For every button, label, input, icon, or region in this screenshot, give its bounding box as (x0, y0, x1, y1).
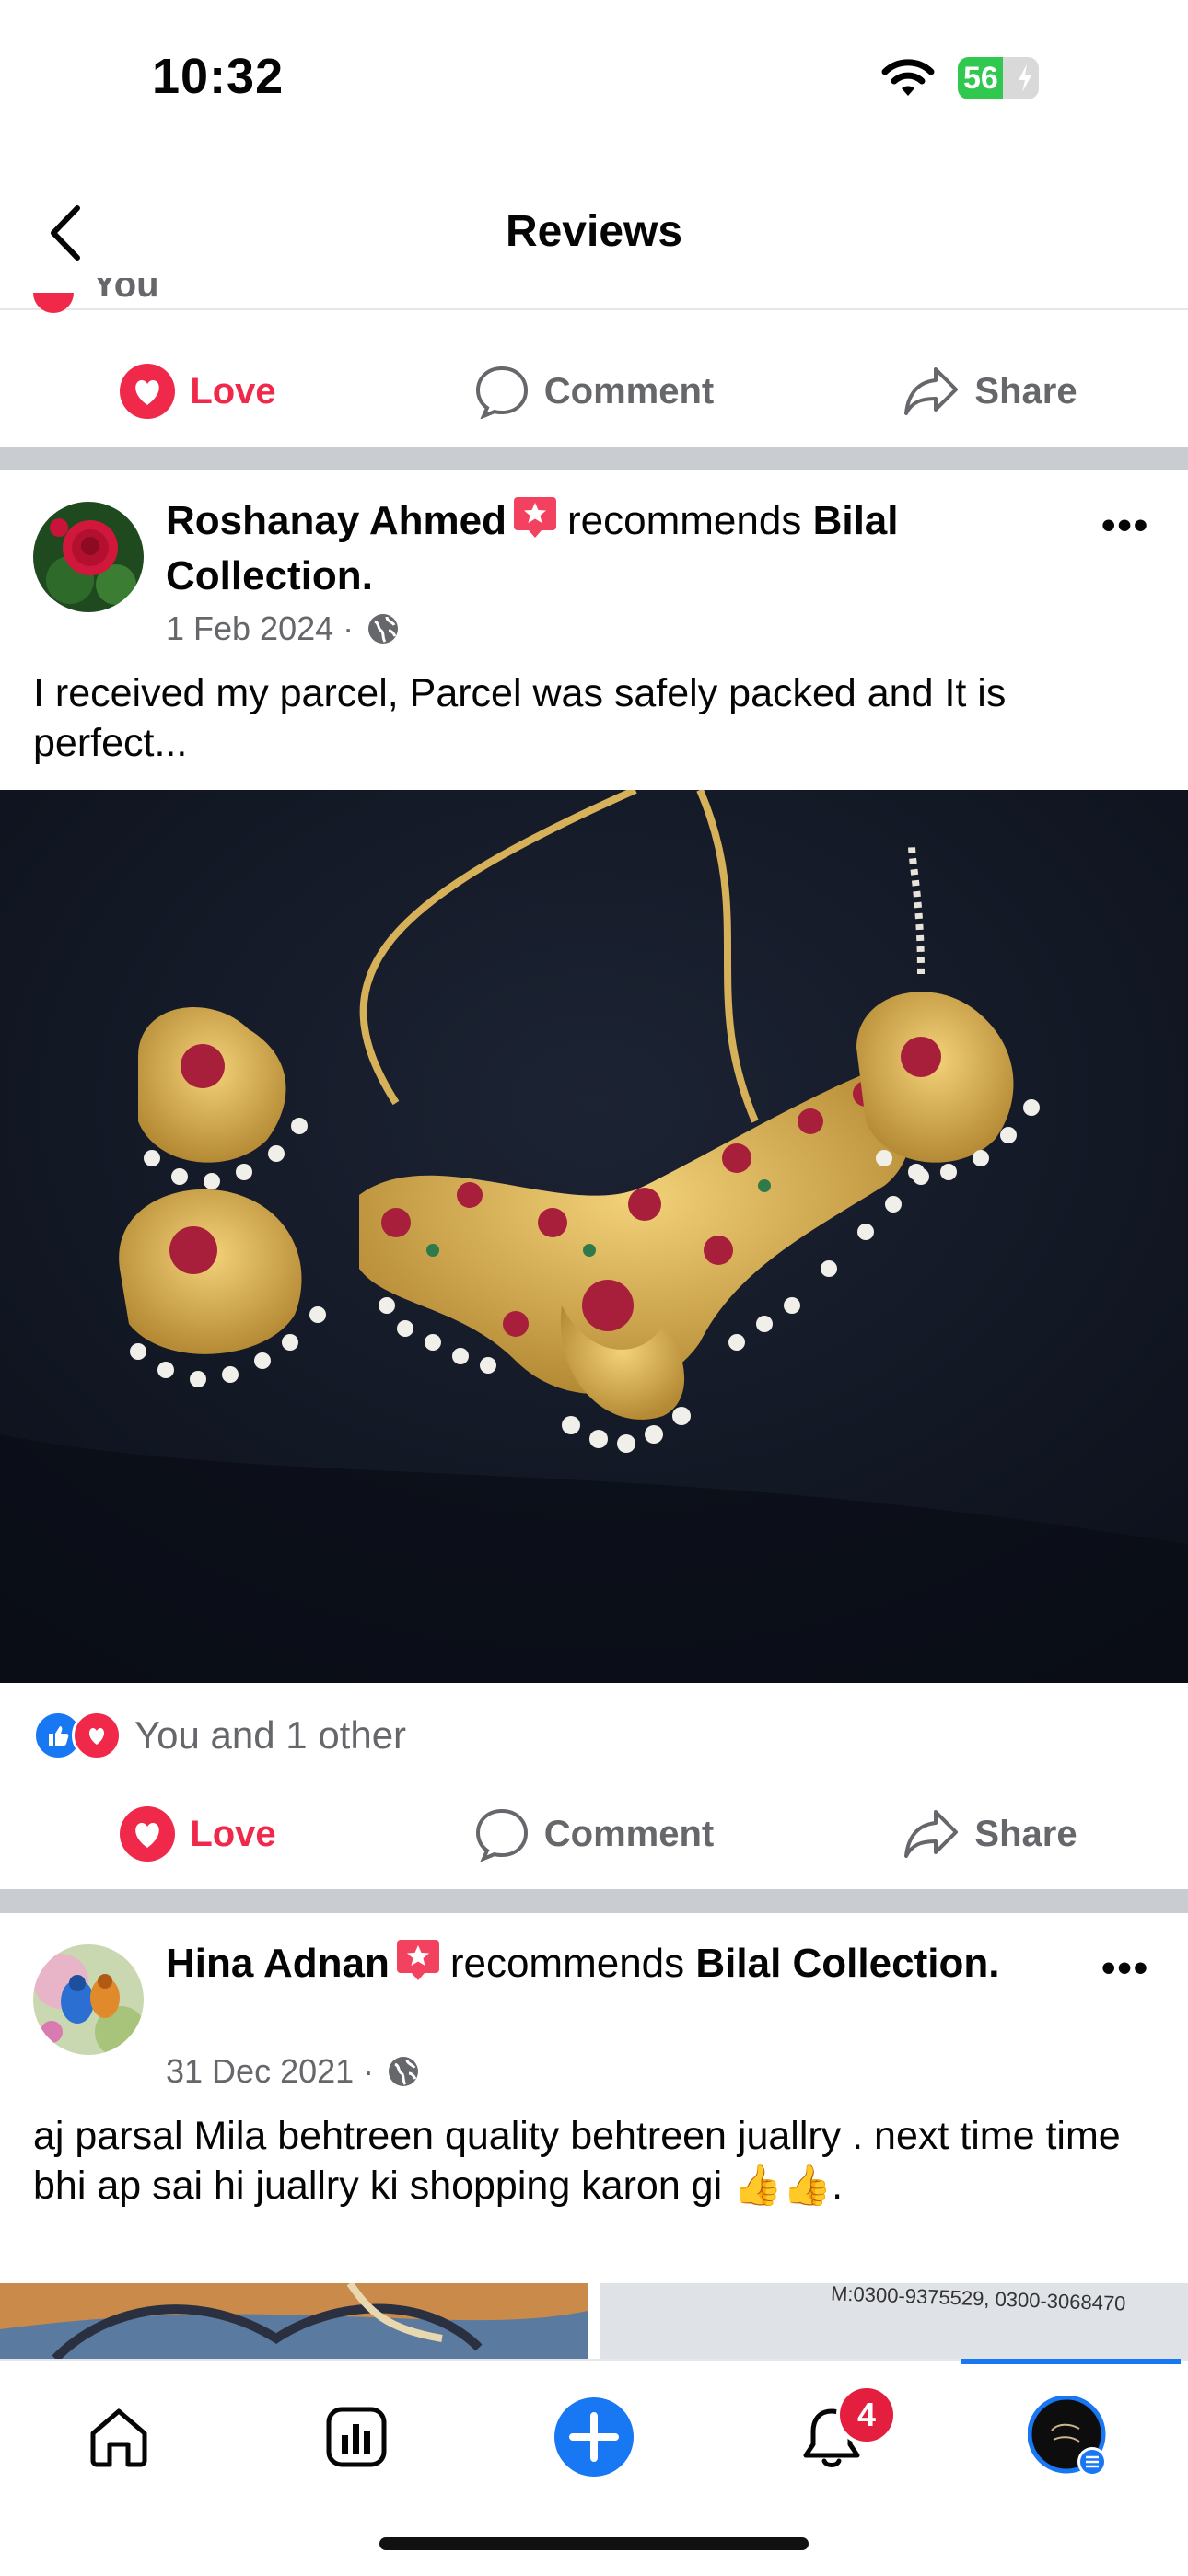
post-date: 31 Dec 2021 · (166, 2052, 420, 2091)
active-tab-indicator (961, 2359, 1181, 2364)
post-divider (0, 1889, 1188, 1913)
dashboard-icon (326, 2407, 387, 2467)
share-arrow-icon (904, 367, 959, 415)
battery-icon: 56 (958, 57, 1039, 99)
home-tab[interactable] (77, 2396, 160, 2478)
recommends-text: recommends (567, 498, 802, 543)
reaction-count-text: You and 1 other (134, 1713, 407, 1757)
post-divider (0, 447, 1188, 470)
home-indicator (379, 2537, 809, 2550)
wifi-icon (881, 59, 935, 96)
post-date-text: 1 Feb 2024 · (166, 609, 355, 647)
author-name[interactable]: Hina Adnan (166, 1941, 390, 1986)
home-icon (90, 2408, 147, 2467)
post-photo[interactable]: M:0300-9375529, 0300-3068470 (600, 2283, 1188, 2359)
comment-bubble-icon (475, 366, 528, 419)
share-button[interactable]: Share (792, 366, 1188, 417)
share-button[interactable]: Share (792, 1808, 1188, 1860)
status-time: 10:32 (152, 49, 285, 104)
avatar[interactable] (33, 1944, 144, 2055)
dashboard-tab[interactable] (315, 2396, 398, 2478)
share-label: Share (974, 370, 1077, 412)
profile-avatar (1028, 2396, 1107, 2477)
love-label: Love (190, 1813, 276, 1854)
post-photo[interactable] (0, 790, 1188, 1683)
star-badge-icon (396, 1940, 439, 1980)
more-dots-icon[interactable]: ••• (1101, 503, 1149, 549)
comment-button[interactable]: Comment (396, 364, 792, 419)
author-name[interactable]: Roshanay Ahmed (166, 498, 507, 543)
star-badge-icon (514, 497, 557, 538)
share-arrow-icon (904, 1810, 959, 1858)
create-plus-icon (554, 2397, 634, 2477)
reaction-summary-partial: You (92, 278, 159, 305)
notification-badge: 4 (836, 2385, 897, 2445)
globe-icon (389, 2057, 419, 2086)
comment-bubble-icon (475, 1808, 528, 1862)
recommends-text: recommends (449, 1941, 685, 1986)
comment-button[interactable]: Comment (396, 1806, 792, 1862)
battery-level: 56 (963, 61, 998, 96)
post-date-text: 31 Dec 2021 · (166, 2052, 375, 2090)
love-reaction-icon (72, 1711, 122, 1760)
post-photo[interactable] (0, 2283, 588, 2359)
post-action-bar: Love Comment Share (0, 336, 1188, 447)
avatar[interactable] (33, 502, 144, 612)
comment-label: Comment (543, 1813, 715, 1854)
love-heart-icon (120, 364, 176, 419)
profile-tab[interactable] (1028, 2396, 1111, 2478)
photo-printed-text: M:0300-9375529, 0300-3068470 (830, 2283, 1126, 2315)
create-tab[interactable] (553, 2396, 635, 2478)
page-name[interactable]: Bilal Collection (695, 1941, 988, 1986)
more-dots-icon[interactable]: ••• (1101, 1945, 1149, 1991)
post-header-text: Hina Adnan recommends Bilal Collection. (166, 1936, 1068, 1991)
globe-icon (368, 614, 399, 644)
comment-label: Comment (543, 370, 715, 412)
reaction-summary[interactable]: You and 1 other (33, 1711, 406, 1760)
love-button[interactable]: Love (0, 1806, 396, 1862)
post-action-bar: Love Comment Share (0, 1779, 1188, 1889)
post-date: 1 Feb 2024 · (166, 609, 400, 648)
love-label: Love (190, 370, 276, 412)
post-text: I received my parcel, Parcel was safely … (33, 671, 1007, 765)
post-header-text: Roshanay Ahmed recommends Bilal Collectio… (166, 493, 1068, 604)
love-button[interactable]: Love (0, 364, 396, 419)
love-heart-icon (120, 1806, 176, 1862)
post-text: aj parsal Mila behtreen quality behtreen… (33, 2114, 1121, 2208)
page-title: Reviews (505, 207, 683, 256)
share-label: Share (974, 1813, 1077, 1854)
